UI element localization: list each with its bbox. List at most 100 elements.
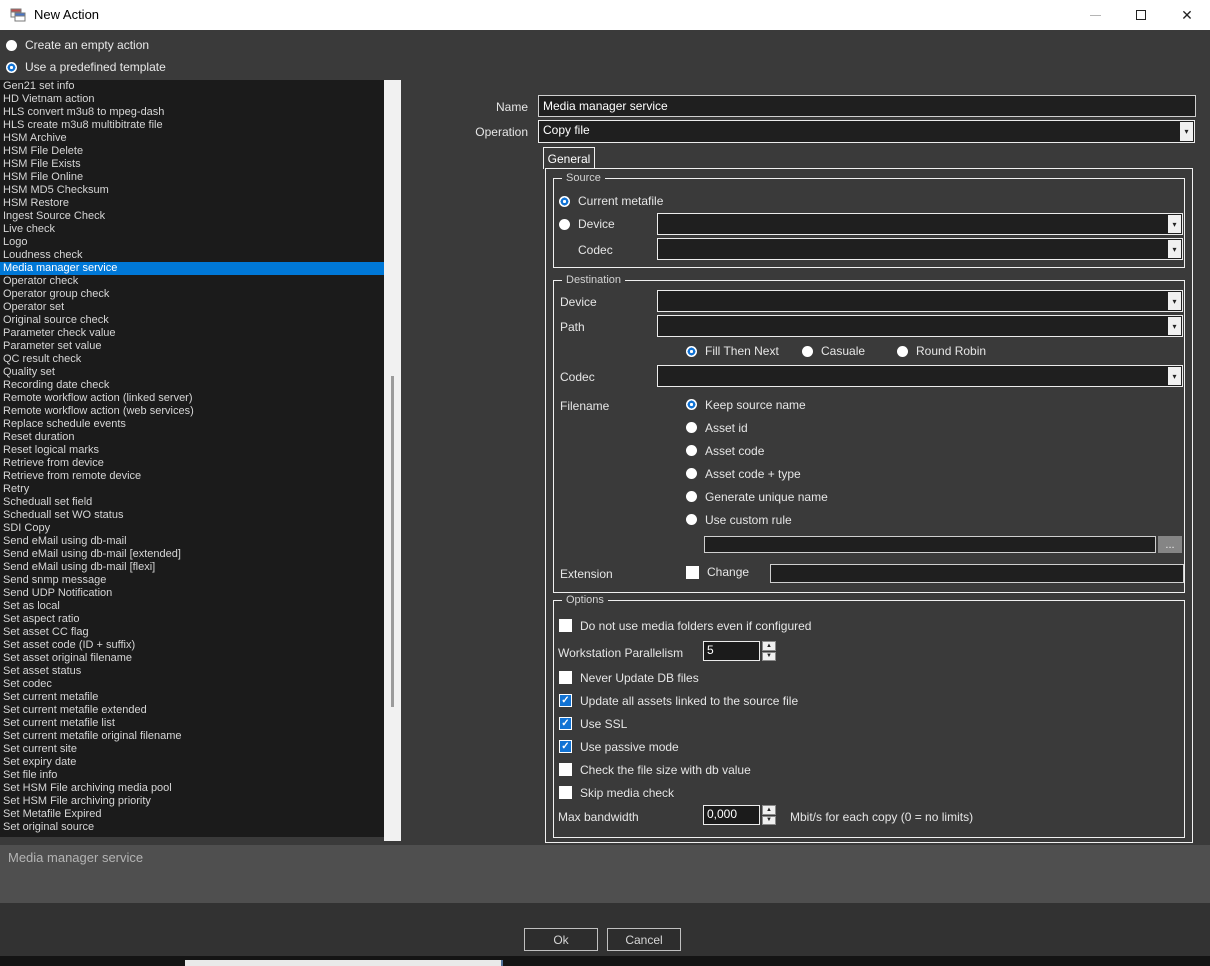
list-item[interactable]: Loudness check bbox=[0, 249, 384, 262]
browse-button[interactable]: ... bbox=[1158, 536, 1182, 553]
checkbox-icon[interactable] bbox=[559, 671, 572, 684]
list-item[interactable]: Set asset status bbox=[0, 665, 384, 678]
list-item[interactable]: Scheduall set field bbox=[0, 496, 384, 509]
maximize-button[interactable] bbox=[1118, 0, 1164, 30]
list-item[interactable]: Send eMail using db-mail [extended] bbox=[0, 548, 384, 561]
list-item[interactable]: Parameter set value bbox=[0, 340, 384, 353]
close-button[interactable]: ✕ bbox=[1164, 0, 1210, 30]
radio-icon[interactable] bbox=[559, 196, 570, 207]
list-item[interactable]: Set file info bbox=[0, 769, 384, 782]
list-item[interactable]: Ingest Source Check bbox=[0, 210, 384, 223]
radio-icon[interactable] bbox=[686, 346, 697, 357]
list-item[interactable]: Gen21 set info bbox=[0, 80, 384, 93]
list-item[interactable]: Retry bbox=[0, 483, 384, 496]
list-item[interactable]: HSM File Delete bbox=[0, 145, 384, 158]
radio-icon[interactable] bbox=[686, 422, 697, 433]
mode-option[interactable]: Use a predefined template bbox=[6, 56, 166, 78]
dropdown-arrow-icon[interactable] bbox=[1168, 240, 1181, 258]
filename-option[interactable]: Asset id bbox=[686, 416, 828, 439]
option-checkbox[interactable]: Do not use media folders even if configu… bbox=[559, 614, 811, 637]
list-item[interactable]: HSM Archive bbox=[0, 132, 384, 145]
radio-icon[interactable] bbox=[802, 346, 813, 357]
fill-option[interactable]: Fill Then Next bbox=[686, 342, 802, 360]
list-item[interactable]: Set current site bbox=[0, 743, 384, 756]
dropdown-arrow-icon[interactable] bbox=[1168, 317, 1181, 335]
radio-icon[interactable] bbox=[686, 399, 697, 410]
list-item[interactable]: Recording date check bbox=[0, 379, 384, 392]
list-item[interactable]: Replace schedule events bbox=[0, 418, 384, 431]
list-item[interactable]: HLS create m3u8 multibitrate file bbox=[0, 119, 384, 132]
list-item[interactable]: HD Vietnam action bbox=[0, 93, 384, 106]
list-item[interactable]: Set HSM File archiving priority bbox=[0, 795, 384, 808]
checkbox-icon[interactable] bbox=[559, 763, 572, 776]
scrollbar-thumb[interactable] bbox=[391, 376, 394, 707]
spin-down-icon[interactable]: ▼ bbox=[762, 816, 776, 826]
minimize-button[interactable] bbox=[1072, 0, 1118, 30]
radio-icon[interactable] bbox=[6, 62, 17, 73]
dest-path-combobox[interactable] bbox=[657, 315, 1183, 337]
dest-device-combobox[interactable] bbox=[657, 290, 1183, 312]
list-item[interactable]: Retrieve from device bbox=[0, 457, 384, 470]
list-item[interactable]: Set HSM File archiving media pool bbox=[0, 782, 384, 795]
checkbox-icon[interactable] bbox=[559, 717, 572, 730]
list-item[interactable]: Operator set bbox=[0, 301, 384, 314]
filename-option[interactable]: Keep source name bbox=[686, 393, 828, 416]
radio-icon[interactable] bbox=[686, 445, 697, 456]
option-checkbox[interactable]: Use SSL bbox=[559, 712, 798, 735]
checkbox-icon[interactable] bbox=[559, 740, 572, 753]
option-checkbox[interactable]: Update all assets linked to the source f… bbox=[559, 689, 798, 712]
list-item[interactable]: Reset duration bbox=[0, 431, 384, 444]
list-item[interactable]: Set as local bbox=[0, 600, 384, 613]
checkbox-icon[interactable] bbox=[559, 694, 572, 707]
bandwidth-input[interactable]: 0,000 bbox=[703, 805, 760, 825]
cancel-button[interactable]: Cancel bbox=[607, 928, 681, 951]
list-item[interactable]: Set current metafile extended bbox=[0, 704, 384, 717]
radio-icon[interactable] bbox=[897, 346, 908, 357]
option-checkbox[interactable]: Skip media check bbox=[559, 781, 798, 804]
list-item[interactable]: QC result check bbox=[0, 353, 384, 366]
dropdown-arrow-icon[interactable] bbox=[1168, 292, 1181, 310]
list-item[interactable]: Quality set bbox=[0, 366, 384, 379]
list-item[interactable]: Operator group check bbox=[0, 288, 384, 301]
dropdown-arrow-icon[interactable] bbox=[1168, 215, 1181, 233]
list-item[interactable]: Original source check bbox=[0, 314, 384, 327]
filename-option[interactable]: Asset code bbox=[686, 439, 828, 462]
list-item[interactable]: Live check bbox=[0, 223, 384, 236]
radio-icon[interactable] bbox=[686, 468, 697, 479]
fill-option[interactable]: Round Robin bbox=[897, 342, 986, 360]
spin-down-icon[interactable]: ▼ bbox=[762, 652, 776, 662]
list-item[interactable]: Set Metafile Expired bbox=[0, 808, 384, 821]
list-item[interactable]: Set asset code (ID + suffix) bbox=[0, 639, 384, 652]
filename-option[interactable]: Use custom rule bbox=[686, 508, 828, 531]
list-item[interactable]: Set current metafile bbox=[0, 691, 384, 704]
list-item[interactable]: HSM File Exists bbox=[0, 158, 384, 171]
filename-option[interactable]: Generate unique name bbox=[686, 485, 828, 508]
list-item[interactable]: Remote workflow action (web services) bbox=[0, 405, 384, 418]
list-item[interactable]: HLS convert m3u8 to mpeg-dash bbox=[0, 106, 384, 119]
list-item[interactable]: Set expiry date bbox=[0, 756, 384, 769]
dest-codec-combobox[interactable] bbox=[657, 365, 1183, 387]
list-item[interactable]: Scheduall set WO status bbox=[0, 509, 384, 522]
radio-icon[interactable] bbox=[559, 219, 570, 230]
custom-rule-input[interactable] bbox=[704, 536, 1156, 553]
checkbox-icon[interactable] bbox=[559, 619, 572, 632]
list-item[interactable]: Send eMail using db-mail [flexi] bbox=[0, 561, 384, 574]
list-item[interactable]: Retrieve from remote device bbox=[0, 470, 384, 483]
template-list[interactable]: Gen21 set infoHD Vietnam actionHLS conve… bbox=[0, 80, 384, 837]
extension-change-option[interactable]: Change bbox=[686, 565, 749, 579]
list-item[interactable]: Reset logical marks bbox=[0, 444, 384, 457]
list-item[interactable]: Set aspect ratio bbox=[0, 613, 384, 626]
list-item[interactable]: Logo bbox=[0, 236, 384, 249]
list-item[interactable]: HSM MD5 Checksum bbox=[0, 184, 384, 197]
spin-up-icon[interactable]: ▲ bbox=[762, 805, 776, 815]
list-item[interactable]: Set original source bbox=[0, 821, 384, 834]
list-scrollbar[interactable] bbox=[384, 80, 401, 841]
list-item[interactable]: Set current metafile list bbox=[0, 717, 384, 730]
fill-option[interactable]: Casuale bbox=[802, 342, 897, 360]
list-item[interactable]: HSM Restore bbox=[0, 197, 384, 210]
list-item[interactable]: Remote workflow action (linked server) bbox=[0, 392, 384, 405]
radio-icon[interactable] bbox=[6, 40, 17, 51]
spin-up-icon[interactable]: ▲ bbox=[762, 641, 776, 651]
list-item[interactable]: Media manager service bbox=[0, 262, 384, 275]
dropdown-arrow-icon[interactable] bbox=[1180, 122, 1193, 141]
